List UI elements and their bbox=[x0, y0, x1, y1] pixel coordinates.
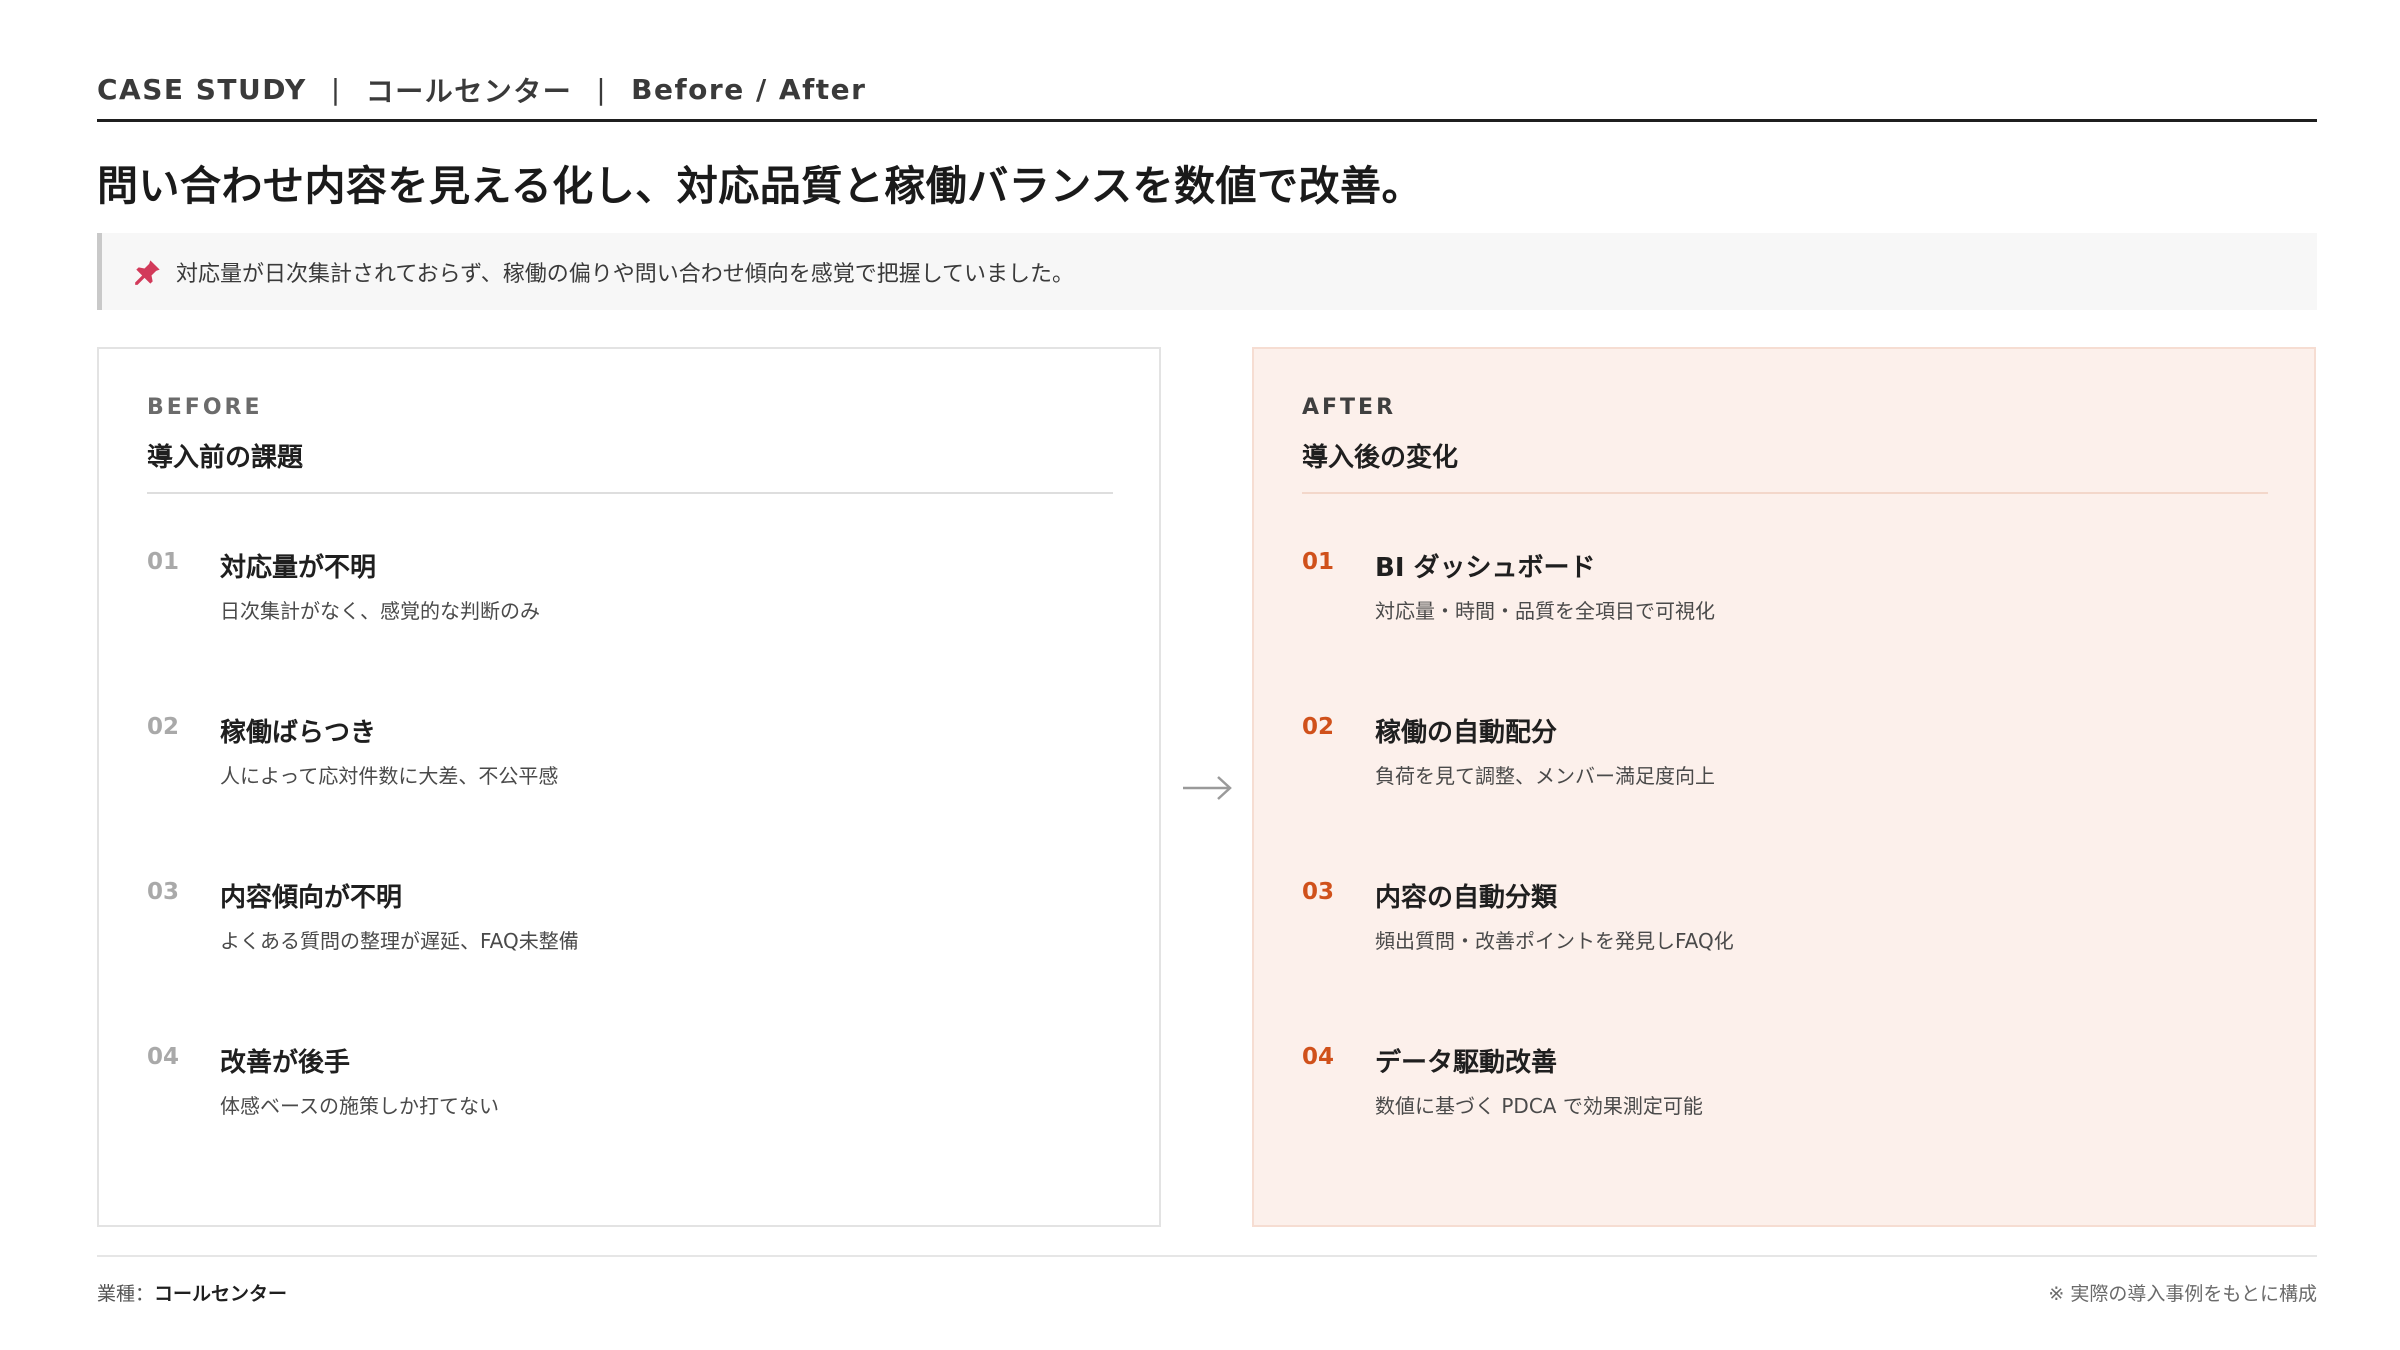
after-item: 01 BI ダッシュボード 対応量・時間・品質を全項目で可視化 bbox=[1302, 547, 2262, 647]
after-panel: AFTER 導入後の変化 01 BI ダッシュボード 対応量・時間・品質を全項目… bbox=[1252, 347, 2316, 1227]
item-number: 02 bbox=[147, 714, 180, 740]
header-label-industry: コールセンター bbox=[365, 74, 573, 108]
item-number: 04 bbox=[147, 1044, 180, 1070]
context-callout: 対応量が日次集計されておらず、稼働の偏りや問い合わせ傾向を感覚で把握していました… bbox=[97, 233, 2317, 310]
item-title: データ駆動改善 bbox=[1375, 1048, 1558, 1078]
item-title: 対応量が不明 bbox=[220, 553, 377, 583]
item-number: 02 bbox=[1302, 714, 1335, 740]
after-tag: AFTER bbox=[1302, 395, 1397, 420]
arrow-right-icon bbox=[1183, 776, 1232, 800]
item-description: 数値に基づく PDCA で効果測定可能 bbox=[1375, 1094, 1703, 1118]
item-title: BI ダッシュボード bbox=[1375, 553, 1596, 583]
header-label-before-after: Before / After bbox=[631, 73, 867, 106]
after-title: 導入後の変化 bbox=[1302, 443, 1459, 473]
item-title: 稼働ばらつき bbox=[220, 718, 377, 748]
item-title: 内容傾向が不明 bbox=[220, 883, 403, 913]
item-description: 負荷を見て調整、メンバー満足度向上 bbox=[1375, 764, 1715, 788]
slide-header: CASE STUDY | コールセンター | Before / After bbox=[97, 72, 2317, 122]
item-description: 対応量・時間・品質を全項目で可視化 bbox=[1375, 599, 1715, 623]
pushpin-icon bbox=[135, 259, 160, 285]
item-title: 改善が後手 bbox=[220, 1048, 351, 1078]
item-number: 03 bbox=[1302, 879, 1335, 905]
footer-divider bbox=[97, 1255, 2317, 1257]
after-item: 04 データ駆動改善 数値に基づく PDCA で効果測定可能 bbox=[1302, 1042, 2262, 1142]
industry-footer: 業種：コールセンター bbox=[97, 1279, 287, 1306]
page-headline: 問い合わせ内容を見える化し、対応品質と稼働バランスを数値で改善。 bbox=[97, 162, 1423, 210]
item-description: 日次集計がなく、感覚的な判断のみ bbox=[220, 599, 540, 623]
footer-note: ※ 実際の導入事例をもとに構成 bbox=[2048, 1283, 2317, 1305]
before-item: 04 改善が後手 体感ベースの施策しか打てない bbox=[147, 1042, 1107, 1142]
callout-text: 対応量が日次集計されておらず、稼働の偏りや問い合わせ傾向を感覚で把握していました… bbox=[176, 261, 1075, 287]
header-label-case-study: CASE STUDY bbox=[97, 73, 307, 106]
item-title: 稼働の自動配分 bbox=[1375, 718, 1558, 748]
before-tag: BEFORE bbox=[147, 395, 263, 420]
divider bbox=[147, 492, 1113, 494]
item-description: 人によって応対件数に大差、不公平感 bbox=[220, 764, 559, 788]
industry-value: コールセンター bbox=[154, 1283, 288, 1305]
item-description: 頻出質問・改善ポイントを発見しFAQ化 bbox=[1375, 929, 1734, 953]
item-number: 03 bbox=[147, 879, 180, 905]
before-item: 02 稼働ばらつき 人によって応対件数に大差、不公平感 bbox=[147, 712, 1107, 812]
item-description: よくある質問の整理が遅延、FAQ未整備 bbox=[220, 929, 579, 953]
header-separator: | bbox=[330, 73, 342, 106]
case-study-slide: CASE STUDY | コールセンター | Before / After 問い… bbox=[0, 0, 2400, 1350]
item-number: 01 bbox=[147, 549, 180, 575]
item-description: 体感ベースの施策しか打てない bbox=[220, 1094, 499, 1118]
item-number: 04 bbox=[1302, 1044, 1335, 1070]
after-item: 02 稼働の自動配分 負荷を見て調整、メンバー満足度向上 bbox=[1302, 712, 2262, 812]
after-item: 03 内容の自動分類 頻出質問・改善ポイントを発見しFAQ化 bbox=[1302, 877, 2262, 977]
before-item: 03 内容傾向が不明 よくある質問の整理が遅延、FAQ未整備 bbox=[147, 877, 1107, 977]
item-number: 01 bbox=[1302, 549, 1335, 575]
before-panel: BEFORE 導入前の課題 01 対応量が不明 日次集計がなく、感覚的な判断のみ… bbox=[97, 347, 1161, 1227]
header-separator: | bbox=[596, 73, 608, 106]
before-title: 導入前の課題 bbox=[147, 443, 304, 473]
industry-label: 業種： bbox=[97, 1283, 155, 1305]
item-title: 内容の自動分類 bbox=[1375, 883, 1558, 913]
before-item: 01 対応量が不明 日次集計がなく、感覚的な判断のみ bbox=[147, 547, 1107, 647]
divider bbox=[1302, 492, 2268, 494]
